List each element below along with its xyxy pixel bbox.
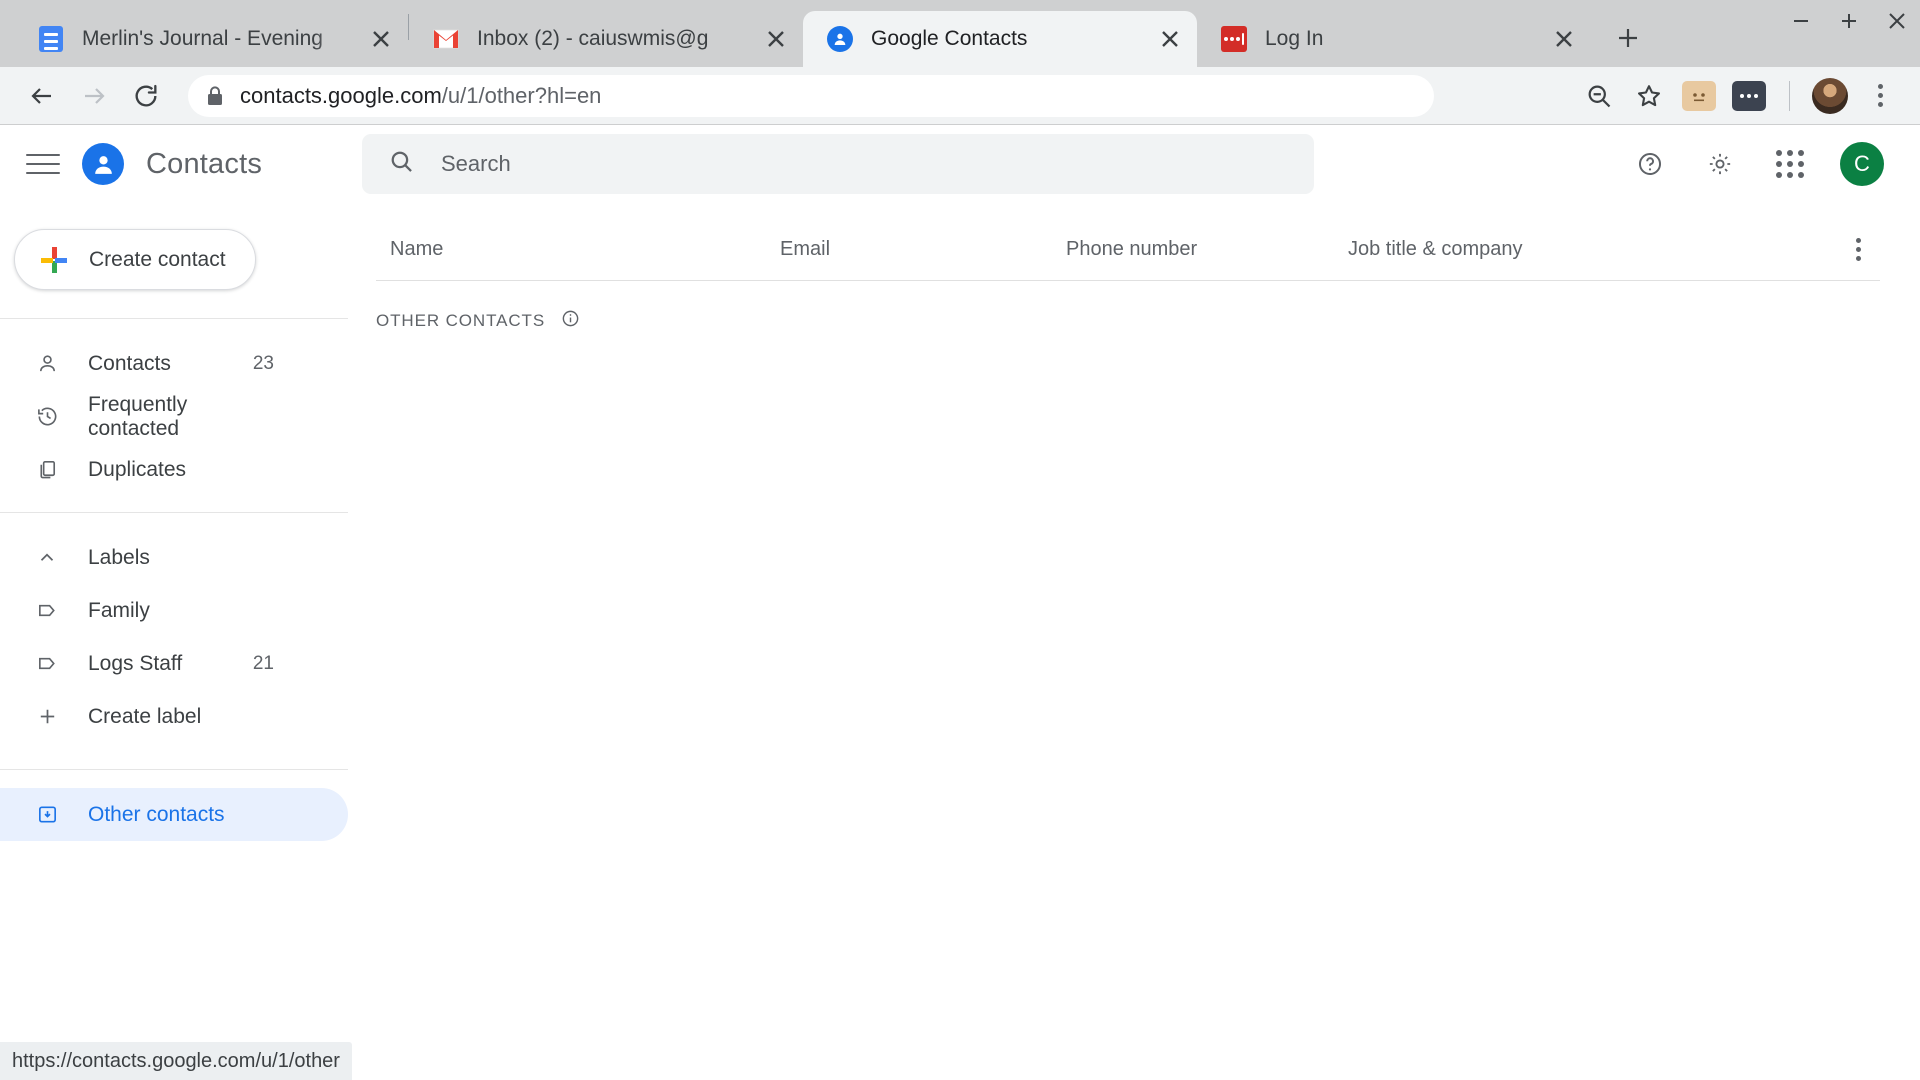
- browser-window: Merlin's Journal - Evening Inbox (2) - c…: [0, 0, 1920, 1080]
- create-contact-button[interactable]: Create contact: [14, 229, 256, 290]
- bookmark-star-icon[interactable]: [1627, 74, 1671, 118]
- sidebar-item-duplicates[interactable]: Duplicates: [0, 443, 348, 496]
- close-icon[interactable]: [364, 22, 398, 56]
- gear-icon[interactable]: [1700, 144, 1740, 184]
- contacts-group-header: OTHER CONTACTS: [362, 281, 1920, 333]
- group-label: OTHER CONTACTS: [376, 311, 546, 330]
- help-icon[interactable]: [1630, 144, 1670, 184]
- forward-button[interactable]: [70, 72, 118, 120]
- tab-strip: Merlin's Journal - Evening Inbox (2) - c…: [0, 0, 1920, 67]
- tab-title: Merlin's Journal - Evening: [82, 27, 323, 50]
- app-header: Contacts: [0, 125, 348, 203]
- url-domain: contacts.google.com: [240, 82, 442, 108]
- sidebar-labels-label: Labels: [88, 545, 150, 569]
- sidebar-item-label: Duplicates: [88, 457, 187, 481]
- sidebar-item-label: Frequently contacted: [88, 392, 188, 440]
- main-toolbar: C: [362, 125, 1920, 203]
- other-contacts-icon: [32, 803, 62, 826]
- maximize-button[interactable]: [1838, 10, 1860, 37]
- sidebar-item-label: Create label: [88, 704, 202, 728]
- toolbar-actions: [1577, 74, 1902, 118]
- search-icon: [388, 148, 415, 180]
- reload-button[interactable]: [122, 72, 170, 120]
- new-tab-button[interactable]: [1605, 15, 1651, 61]
- search-bar[interactable]: [362, 134, 1314, 194]
- profile-avatar[interactable]: [1808, 74, 1852, 118]
- account-avatar[interactable]: C: [1840, 142, 1884, 186]
- sidebar-item-logs-staff[interactable]: Logs Staff 21: [0, 637, 348, 690]
- sidebar-item-count: 21: [252, 652, 274, 674]
- tab-title: Log In: [1265, 27, 1324, 50]
- apps-grid-icon[interactable]: [1770, 144, 1810, 184]
- lastpass-icon: [1221, 26, 1247, 52]
- window-controls: [1790, 10, 1908, 37]
- browser-tab-1[interactable]: Merlin's Journal - Evening: [14, 11, 408, 67]
- column-header-name[interactable]: Name: [376, 238, 780, 261]
- column-header-job-title[interactable]: Job title & company: [1348, 238, 1836, 261]
- main-actions: C: [1630, 142, 1884, 186]
- toolbar-divider: [1789, 80, 1790, 111]
- close-window-button[interactable]: [1886, 10, 1908, 37]
- close-icon[interactable]: [1153, 22, 1187, 56]
- column-header-email[interactable]: Email: [780, 238, 1066, 261]
- close-icon[interactable]: [1547, 22, 1581, 56]
- sidebar-labels-group: Labels Family Logs Staff 21 Create label: [0, 512, 348, 743]
- url-path: /u/1/other?hl=en: [441, 82, 602, 108]
- browser-tab-2[interactable]: Inbox (2) - caiuswmis@g: [409, 11, 803, 67]
- create-contact-label: Create contact: [89, 247, 226, 271]
- google-plus-icon: [41, 246, 67, 273]
- contacts-table-header: Name Email Phone number Job title & comp…: [376, 219, 1880, 281]
- extension-dots-icon[interactable]: [1727, 74, 1771, 118]
- contacts-icon: [827, 26, 853, 52]
- chrome-menu-icon[interactable]: [1858, 74, 1902, 118]
- sidebar-item-frequently-contacted[interactable]: Frequently contacted: [0, 390, 348, 443]
- search-input[interactable]: [441, 151, 1241, 177]
- person-icon: [32, 352, 62, 375]
- chevron-up-icon: [32, 547, 62, 569]
- browser-toolbar: contacts.google.com/u/1/other?hl=en: [0, 67, 1920, 125]
- tab-title: Inbox (2) - caiuswmis@g: [477, 27, 709, 50]
- status-bar-url: https://contacts.google.com/u/1/other: [0, 1042, 352, 1080]
- back-button[interactable]: [18, 72, 66, 120]
- zoom-out-icon[interactable]: [1577, 74, 1621, 118]
- sidebar-labels-header[interactable]: Labels: [0, 531, 348, 584]
- plus-icon: [32, 705, 62, 728]
- history-icon: [32, 405, 62, 428]
- sidebar-item-contacts[interactable]: Contacts 23: [0, 337, 348, 390]
- sidebar-item-count: 23: [252, 352, 274, 374]
- menu-icon[interactable]: [26, 147, 60, 181]
- address-bar[interactable]: contacts.google.com/u/1/other?hl=en: [188, 74, 1434, 117]
- contacts-logo-icon: [82, 143, 124, 185]
- sidebar-item-label: Logs Staff: [88, 651, 183, 675]
- duplicates-icon: [32, 458, 62, 481]
- lock-icon: [206, 85, 224, 107]
- gmail-icon: [433, 26, 459, 52]
- url-text: contacts.google.com/u/1/other?hl=en: [240, 83, 601, 109]
- close-icon[interactable]: [759, 22, 793, 56]
- sidebar-other-group: Other contacts: [0, 769, 348, 841]
- page-title: Contacts: [146, 147, 263, 180]
- docs-icon: [38, 26, 64, 52]
- minimize-button[interactable]: [1790, 10, 1812, 37]
- sidebar-item-label: Other contacts: [88, 802, 225, 826]
- sidebar: Contacts Create contact Contacts 23 Freq…: [0, 125, 348, 1080]
- sidebar-item-create-label[interactable]: Create label: [0, 690, 348, 743]
- sidebar-primary-group: Contacts 23 Frequently contacted Duplica…: [0, 318, 348, 496]
- more-vert-icon[interactable]: [1836, 238, 1880, 261]
- column-header-phone[interactable]: Phone number: [1066, 238, 1348, 261]
- label-tag-icon: [32, 599, 62, 622]
- main-content: C Name Email Phone number Job title & co…: [348, 125, 1920, 1080]
- sidebar-item-family[interactable]: Family: [0, 584, 348, 637]
- page-content: Contacts Create contact Contacts 23 Freq…: [0, 125, 1920, 1080]
- browser-tab-3[interactable]: Google Contacts: [803, 11, 1197, 67]
- extension-puzzle-icon[interactable]: [1677, 74, 1721, 118]
- sidebar-item-label: Contacts: [88, 351, 171, 375]
- sidebar-item-other-contacts[interactable]: Other contacts: [0, 788, 348, 841]
- browser-tab-4[interactable]: Log In: [1197, 11, 1591, 67]
- sidebar-item-label: Family: [88, 598, 150, 622]
- info-icon[interactable]: [561, 309, 580, 333]
- tab-title: Google Contacts: [871, 27, 1028, 50]
- label-tag-icon: [32, 652, 62, 675]
